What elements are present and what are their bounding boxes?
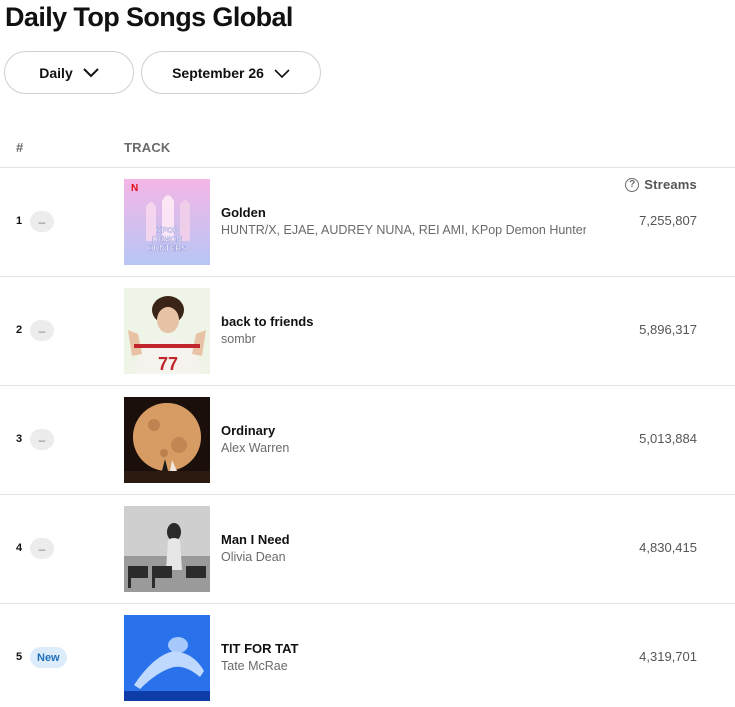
table-header: # TRACK ? Streams [0, 132, 735, 192]
table-row[interactable]: 5 New TIT FOR TAT Tate McRae 4,319,701 [0, 604, 735, 707]
rank-change-badge: – [30, 538, 54, 559]
rank-change-badge: – [30, 429, 54, 450]
song-artists[interactable]: Alex Warren [221, 441, 586, 455]
date-dropdown[interactable]: September 26 [141, 51, 321, 94]
alex-warren-cover-art [124, 397, 210, 483]
cover-title-line-1: KPOP [156, 226, 179, 235]
jersey-number: 77 [158, 354, 178, 374]
album-cover[interactable] [124, 397, 210, 483]
period-dropdown-label: Daily [39, 64, 73, 81]
stream-count: 4,830,415 [639, 540, 697, 555]
kpop-demon-hunters-cover-art: N KPOP DEMON HUNTERS [124, 179, 210, 265]
rank-number: 2 [16, 324, 23, 336]
olivia-dean-cover-art [124, 506, 210, 592]
rank-number: 3 [16, 433, 23, 445]
album-cover[interactable] [124, 506, 210, 592]
rank-number: 5 [16, 651, 23, 663]
song-title[interactable]: Ordinary [221, 423, 275, 438]
table-row[interactable]: 2 – 77 back to friends sombr 5,896,317 [0, 277, 735, 386]
chevron-down-icon [83, 67, 99, 77]
album-cover[interactable]: N KPOP DEMON HUNTERS [124, 179, 210, 265]
table-row[interactable]: 3 – Ordinary Alex Warren 5,013,884 [0, 386, 735, 495]
period-dropdown[interactable]: Daily [4, 51, 134, 94]
sombr-cover-art: 77 [124, 288, 210, 374]
tate-mcrae-cover-art [124, 615, 210, 701]
cover-title-line-3: HUNTERS [148, 244, 187, 253]
stream-count: 4,319,701 [639, 649, 697, 664]
new-entry-badge: New [30, 647, 67, 668]
rank-column-header: # [16, 140, 24, 155]
date-dropdown-label: September 26 [172, 64, 264, 81]
chevron-down-icon [274, 68, 290, 78]
table-row[interactable]: 4 – Man I Need Olivia Dean 4,830,415 [0, 495, 735, 604]
rank-change-badge: – [30, 320, 54, 341]
song-artists[interactable]: sombr [221, 332, 586, 346]
rank-number: 4 [16, 542, 23, 554]
album-cover[interactable]: 77 [124, 288, 210, 374]
song-title[interactable]: TIT FOR TAT [221, 641, 299, 656]
rank-change-badge: – [30, 211, 54, 232]
song-title[interactable]: Golden [221, 205, 266, 220]
table-row[interactable]: 1 – N KPOP DEMON HUNTERS Golden HUNTR/X,… [0, 168, 735, 277]
chart-table: 1 – N KPOP DEMON HUNTERS Golden HUNTR/X,… [0, 168, 735, 707]
album-cover[interactable] [124, 615, 210, 701]
song-title[interactable]: Man I Need [221, 532, 290, 547]
rank-number: 1 [16, 215, 23, 227]
song-artists[interactable]: Olivia Dean [221, 550, 586, 564]
song-artists[interactable]: HUNTR/X, EJAE, AUDREY NUNA, REI AMI, KPo… [221, 223, 586, 237]
page-title: Daily Top Songs Global [5, 2, 293, 32]
stream-count: 5,013,884 [639, 431, 697, 446]
stream-count: 5,896,317 [639, 322, 697, 337]
track-column-header: TRACK [124, 140, 171, 155]
song-artists[interactable]: Tate McRae [221, 659, 586, 673]
stream-count: 7,255,807 [639, 213, 697, 228]
cover-title-line-2: DEMON [152, 235, 182, 244]
song-title[interactable]: back to friends [221, 314, 313, 329]
netflix-badge: N [131, 183, 138, 194]
